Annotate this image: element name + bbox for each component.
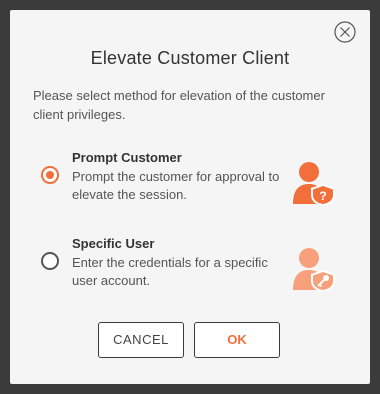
option-prompt-customer[interactable]: Prompt Customer Prompt the customer for … [40, 150, 340, 210]
user-shield-key-icon [293, 248, 335, 292]
option-title: Prompt Customer [72, 150, 182, 165]
ok-button[interactable]: OK [194, 322, 280, 358]
close-icon [334, 21, 356, 43]
dialog-title: Elevate Customer Client [90, 48, 290, 68]
option-specific-user[interactable]: Specific User Enter the credentials for … [40, 236, 340, 296]
specific-user-radio[interactable] [41, 252, 59, 270]
option-description: Prompt the customer for approval to elev… [72, 169, 280, 202]
svg-text:?: ? [319, 189, 326, 203]
option-title: Specific User [72, 236, 155, 251]
user-shield-question-icon: ? [293, 162, 335, 206]
close-button[interactable] [334, 21, 356, 43]
elevate-dialog: Elevate Customer Client Please select me… [10, 10, 370, 384]
dialog-description: Please select method for elevation of th… [33, 88, 325, 122]
option-description: Enter the credentials for a specific use… [72, 255, 268, 288]
cancel-button[interactable]: CANCEL [98, 322, 184, 358]
prompt-customer-radio[interactable] [41, 166, 59, 184]
